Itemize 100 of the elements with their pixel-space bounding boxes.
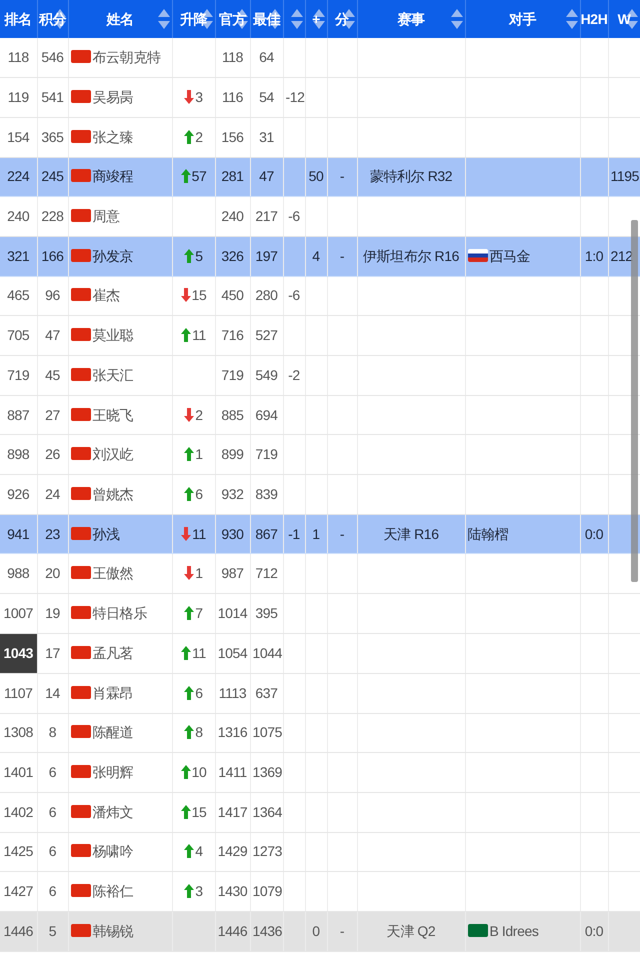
change-text: 3 (195, 89, 203, 106)
best-rank: 280 (255, 287, 278, 304)
player-name: 王傲然 (92, 565, 134, 582)
flag-icon (70, 328, 90, 342)
flag-icon (70, 924, 90, 937)
points-text: 6 (48, 804, 56, 820)
official-rank: 1446 (218, 922, 248, 939)
official-rank: 156 (221, 128, 244, 145)
flag-icon (70, 686, 90, 699)
rank-text: 321 (7, 248, 30, 264)
rank-text: 154 (7, 128, 30, 145)
table-cell: 212 (610, 248, 633, 264)
column-header[interactable]: W (618, 10, 630, 26)
sort-icon[interactable] (450, 8, 462, 30)
official-rank: 719 (221, 366, 244, 383)
flag-icon (70, 368, 90, 381)
rank-marker: 1043 (0, 634, 36, 672)
official-rank: 1417 (218, 804, 248, 820)
points-text: 17 (45, 644, 60, 661)
sort-icon[interactable] (290, 8, 302, 30)
rank-text: 1402 (3, 804, 34, 820)
best-rank: 549 (255, 366, 278, 383)
change-text: 57 (192, 168, 206, 184)
change-text: 6 (195, 486, 203, 502)
scrollbar[interactable] (631, 220, 638, 582)
rank-text: 719 (7, 366, 30, 383)
best-rank: 54 (259, 89, 274, 106)
points-text: 8 (48, 724, 56, 740)
points-text: 27 (45, 406, 60, 423)
change-text: 15 (192, 287, 206, 304)
player-name: 孙浅 (92, 526, 120, 542)
player-name: 肖霖昂 (92, 684, 134, 701)
change-text: 7 (195, 604, 203, 621)
flag-icon (70, 447, 90, 460)
player-name: 商竣程 (92, 168, 134, 184)
change-text: 2 (195, 406, 203, 423)
points-text: 541 (41, 89, 64, 106)
points-text: 166 (41, 248, 64, 264)
official-rank: 885 (221, 406, 244, 423)
change-text: 5 (195, 248, 203, 264)
official-rank: 1411 (218, 764, 247, 780)
rank-text: 705 (7, 327, 30, 344)
rank-text: 887 (7, 406, 30, 423)
rank-text: 926 (7, 486, 30, 502)
opponent-name: 陆翰槢 (468, 526, 508, 542)
rank-text: 240 (7, 208, 30, 224)
points-text: 19 (45, 604, 60, 621)
points-text: 546 (41, 49, 64, 66)
change-text: 11 (192, 526, 206, 542)
player-name: 孙发京 (92, 248, 134, 264)
table-cell: - (340, 248, 344, 264)
official-rank: 1054 (218, 644, 248, 661)
change-text: 11 (192, 644, 206, 661)
flag-icon (70, 486, 90, 500)
rank-text: 1107 (4, 684, 32, 701)
official-rank: 240 (221, 208, 244, 224)
player-name: 张明辉 (92, 764, 134, 780)
points-text: 6 (48, 843, 56, 860)
player-name: 杨啸吟 (92, 843, 134, 860)
table-cell: 0 (312, 922, 320, 939)
official-rank: 1429 (218, 843, 248, 860)
points-text: 6 (48, 883, 56, 900)
rank-text: 1425 (3, 843, 34, 860)
rank-text: 1007 (3, 604, 34, 621)
player-name: 特日格乐 (92, 604, 147, 621)
change-text: 2 (195, 128, 203, 145)
change-text: 15 (192, 804, 206, 820)
table-cell: -6 (288, 208, 300, 224)
official-rank: 450 (221, 287, 244, 304)
column-header[interactable]: 姓名 (106, 10, 134, 26)
player-name: 王晓飞 (92, 406, 134, 423)
points-text: 365 (41, 128, 64, 145)
official-rank: 1316 (218, 724, 248, 740)
column-header[interactable]: 分 (335, 10, 349, 26)
h2h-text: 1:0 (584, 248, 604, 264)
points-text: 14 (45, 684, 60, 701)
table-cell: -1 (288, 526, 300, 542)
change-text: 6 (195, 684, 203, 701)
points-text: 45 (45, 366, 60, 383)
player-name: 布云朝克特 (92, 49, 161, 66)
change-text: 3 (195, 883, 203, 900)
official-rank: 116 (222, 89, 244, 106)
points-text: 24 (45, 486, 60, 502)
column-header[interactable]: 赛事 (397, 10, 425, 26)
best-rank: 31 (259, 128, 274, 145)
points-text: 96 (45, 287, 60, 304)
rank-text: 1401 (3, 764, 34, 780)
player-name: 刘汉屹 (92, 446, 134, 462)
best-rank: 694 (255, 406, 278, 423)
official-rank: 1014 (218, 604, 248, 621)
official-rank: 716 (221, 327, 244, 344)
column-header[interactable]: 对手 (508, 10, 536, 26)
sort-icon[interactable] (566, 8, 578, 30)
best-rank: 1273 (252, 843, 282, 860)
points-text: 26 (45, 446, 60, 462)
h2h-text: 0:0 (584, 526, 604, 542)
sort-icon[interactable] (158, 8, 170, 30)
flag-icon (70, 90, 90, 104)
flag-icon (70, 804, 90, 818)
table-cell: - (340, 922, 344, 939)
